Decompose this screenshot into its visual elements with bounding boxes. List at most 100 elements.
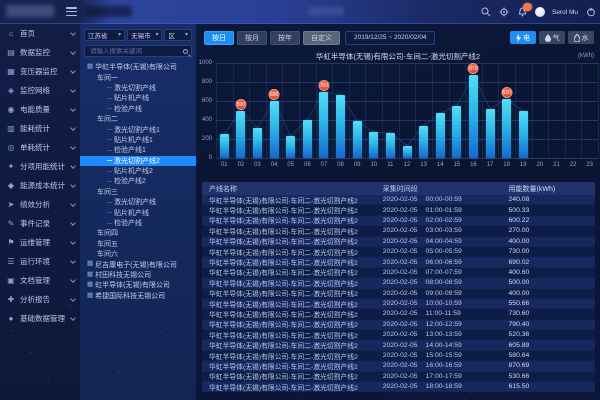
energy-button-gas[interactable]: 气	[539, 31, 565, 44]
power-icon[interactable]	[585, 7, 596, 18]
table-row[interactable]: 华虹半导体(无锡)有限公司-车间二-激光切割产线22020-02-0511:00…	[202, 309, 595, 319]
range-button-year[interactable]: 按年	[270, 31, 300, 45]
tree-item[interactable]: 车间四	[84, 228, 192, 238]
table-row[interactable]: 华虹半导体(无锡)有限公司-车间二-激光切割产线22020-02-0518:00…	[202, 382, 595, 392]
sidebar-item[interactable]: ◈监控网络	[0, 81, 80, 100]
alarm-marker[interactable]: 500	[235, 99, 246, 110]
district-select[interactable]: 区▾	[164, 29, 192, 41]
table-row[interactable]: 华虹半导体(无锡)有限公司-车间二-激光切割产线22020-02-0507:00…	[202, 268, 595, 278]
table-row[interactable]: 华虹半导体(无锡)有限公司-车间二-激光切割产线22020-02-0504:00…	[202, 237, 595, 247]
chart-bar[interactable]	[303, 120, 312, 158]
table-row[interactable]: 华虹半导体(无锡)有限公司-车间二-激光切割产线22020-02-0508:00…	[202, 278, 595, 288]
energy-button-water[interactable]: 水	[568, 31, 594, 44]
date-range-picker[interactable]: 2019/12/25 ~ 2020/02/04	[345, 31, 435, 45]
alarm-marker[interactable]: 700	[318, 80, 329, 91]
chart-bar[interactable]	[486, 109, 495, 158]
sidebar-item[interactable]: ◆能源成本统计	[0, 176, 80, 195]
sidebar-item[interactable]: ◉电能质量	[0, 100, 80, 119]
tree-item[interactable]: 检验产线	[84, 218, 192, 228]
tree-item[interactable]: 激光切割产线2	[80, 156, 196, 166]
tree-item[interactable]: 检验产线	[84, 104, 192, 114]
chart-bar[interactable]	[519, 111, 528, 158]
sidebar-item[interactable]: ●基础数据管理	[0, 309, 80, 328]
tree-item[interactable]: 激光切割产线	[84, 83, 192, 93]
sidebar-item[interactable]: ✎事件记录	[0, 214, 80, 233]
gear-icon[interactable]	[499, 7, 510, 18]
table-row[interactable]: 华虹半导体(无锡)有限公司-车间二-激光切割产线22020-02-0516:00…	[202, 361, 595, 371]
sidebar-item[interactable]: ⚑运维管理	[0, 233, 80, 252]
tree-item[interactable]: 贴片机产线2	[84, 166, 192, 176]
sidebar-item[interactable]: ➤绩效分析	[0, 195, 80, 214]
tree-item[interactable]: 车间一	[84, 72, 192, 82]
table-row[interactable]: 华虹半导体(无锡)有限公司-车间二-激光切割产线22020-02-0505:00…	[202, 247, 595, 257]
sidebar-item[interactable]: ◎单耗统计	[0, 138, 80, 157]
chart-bar[interactable]	[353, 121, 362, 158]
tree-item[interactable]: 车间二	[84, 114, 192, 124]
sidebar-item[interactable]: ✚分析报告	[0, 290, 80, 309]
energy-button-electric[interactable]: 电	[510, 31, 536, 44]
chart-bar[interactable]	[436, 113, 445, 158]
table-row[interactable]: 华虹半导体(无锡)有限公司-车间二-激光切割产线22020-02-0509:00…	[202, 289, 595, 299]
tree-item[interactable]: ▦村田科技无锡公司	[84, 270, 192, 280]
range-button-custom[interactable]: 自定义	[303, 31, 340, 45]
table-row[interactable]: 华虹半导体(无锡)有限公司-车间二-激光切割产线22020-02-0506:00…	[202, 257, 595, 267]
tree-item[interactable]: ▦尼吉康电子(无锡)有限公司	[84, 259, 192, 269]
tree-search-input[interactable]	[88, 47, 183, 56]
chart-bar[interactable]	[319, 92, 328, 159]
sidebar-item[interactable]: ⌂首页	[0, 24, 80, 43]
tree-item[interactable]: 激光切割产线	[84, 197, 192, 207]
alarm-marker[interactable]: 870	[468, 63, 479, 74]
table-row[interactable]: 华虹半导体(无锡)有限公司-车间二-激光切割产线22020-02-0514:00…	[202, 340, 595, 350]
sidebar-item[interactable]: ▣文档管理	[0, 271, 80, 290]
tree-item[interactable]: 贴片机产线1	[84, 135, 192, 145]
sidebar-item[interactable]: ▦变压器监控	[0, 62, 80, 81]
chart-bar[interactable]	[286, 136, 295, 158]
tree-item[interactable]: 车间六	[84, 249, 192, 259]
alarm-marker[interactable]: 620	[501, 87, 512, 98]
table-row[interactable]: 华虹半导体(无锡)有限公司-车间二-激光切割产线22020-02-0503:00…	[202, 226, 595, 236]
avatar[interactable]	[535, 7, 545, 17]
chart-bar[interactable]	[403, 146, 412, 158]
table-row[interactable]: 华虹半导体(无锡)有限公司-车间二-激光切割产线22020-02-0510:00…	[202, 299, 595, 309]
tree-item[interactable]: ▦华虹半导体(无锡)有限公司	[84, 62, 192, 72]
tree-item[interactable]: 车间五	[84, 239, 192, 249]
chart-bar[interactable]	[452, 106, 461, 158]
tree-item[interactable]: 贴片机产线	[84, 207, 192, 217]
alarm-marker[interactable]: 600	[269, 89, 280, 100]
chart-bar[interactable]	[419, 126, 428, 158]
chart-bar[interactable]	[469, 75, 478, 158]
tree-item[interactable]: 贴片机产线	[84, 93, 192, 103]
tree-item[interactable]: ▦希捷国际科技无锡公司	[84, 291, 192, 301]
chart-bar[interactable]	[236, 111, 245, 159]
chart-bar[interactable]	[502, 99, 511, 158]
tree-item[interactable]: 激光切割产线1	[84, 124, 192, 134]
sidebar-item[interactable]: ▥能耗统计	[0, 119, 80, 138]
tree-item[interactable]: ▦虹半导体(无锡)有限公司	[84, 280, 192, 290]
range-button-day[interactable]: 按日	[204, 31, 234, 45]
search-icon[interactable]	[481, 7, 492, 18]
tree-item[interactable]: 检验产线1	[84, 145, 192, 155]
hamburger-menu-icon[interactable]	[66, 7, 77, 16]
sidebar-item[interactable]: ▤数据监控	[0, 43, 80, 62]
tree-item[interactable]: 车间三	[84, 187, 192, 197]
province-select[interactable]: 江苏省▾	[84, 29, 125, 41]
tree-item[interactable]: 检验产线2	[84, 176, 192, 186]
table-row[interactable]: 华虹半导体(无锡)有限公司-车间二-激光切割产线22020-02-0515:00…	[202, 351, 595, 361]
range-button-month[interactable]: 按月	[237, 31, 267, 45]
chart-bar[interactable]	[369, 132, 378, 158]
sidebar-item[interactable]: ✦分项用能统计	[0, 157, 80, 176]
table-row[interactable]: 华虹半导体(无锡)有限公司-车间二-激光切割产线22020-02-0501:00…	[202, 205, 595, 215]
table-row[interactable]: 华虹半导体(无锡)有限公司-车间二-激光切割产线22020-02-0513:00…	[202, 330, 595, 340]
sidebar-item[interactable]: ☰运行环境	[0, 252, 80, 271]
table-row[interactable]: 华虹半导体(无锡)有限公司-车间二-激光切割产线22020-02-0502:00…	[202, 216, 595, 226]
chart-bar[interactable]	[220, 134, 229, 158]
city-select[interactable]: 无锡市▾	[127, 29, 162, 41]
chart-bar[interactable]	[336, 95, 345, 158]
table-row[interactable]: 华虹半导体(无锡)有限公司-车间二-激光切割产线22020-02-0512:00…	[202, 320, 595, 330]
table-row[interactable]: 华虹半导体(无锡)有限公司-车间二-激光切割产线22020-02-0500:00…	[202, 195, 595, 205]
chart-bar[interactable]	[253, 128, 262, 158]
chart-bar[interactable]	[386, 133, 395, 158]
bell-icon[interactable]	[517, 7, 528, 18]
search-icon[interactable]	[183, 49, 188, 54]
table-row[interactable]: 华虹半导体(无锡)有限公司-车间二-激光切割产线22020-02-0517:00…	[202, 372, 595, 382]
